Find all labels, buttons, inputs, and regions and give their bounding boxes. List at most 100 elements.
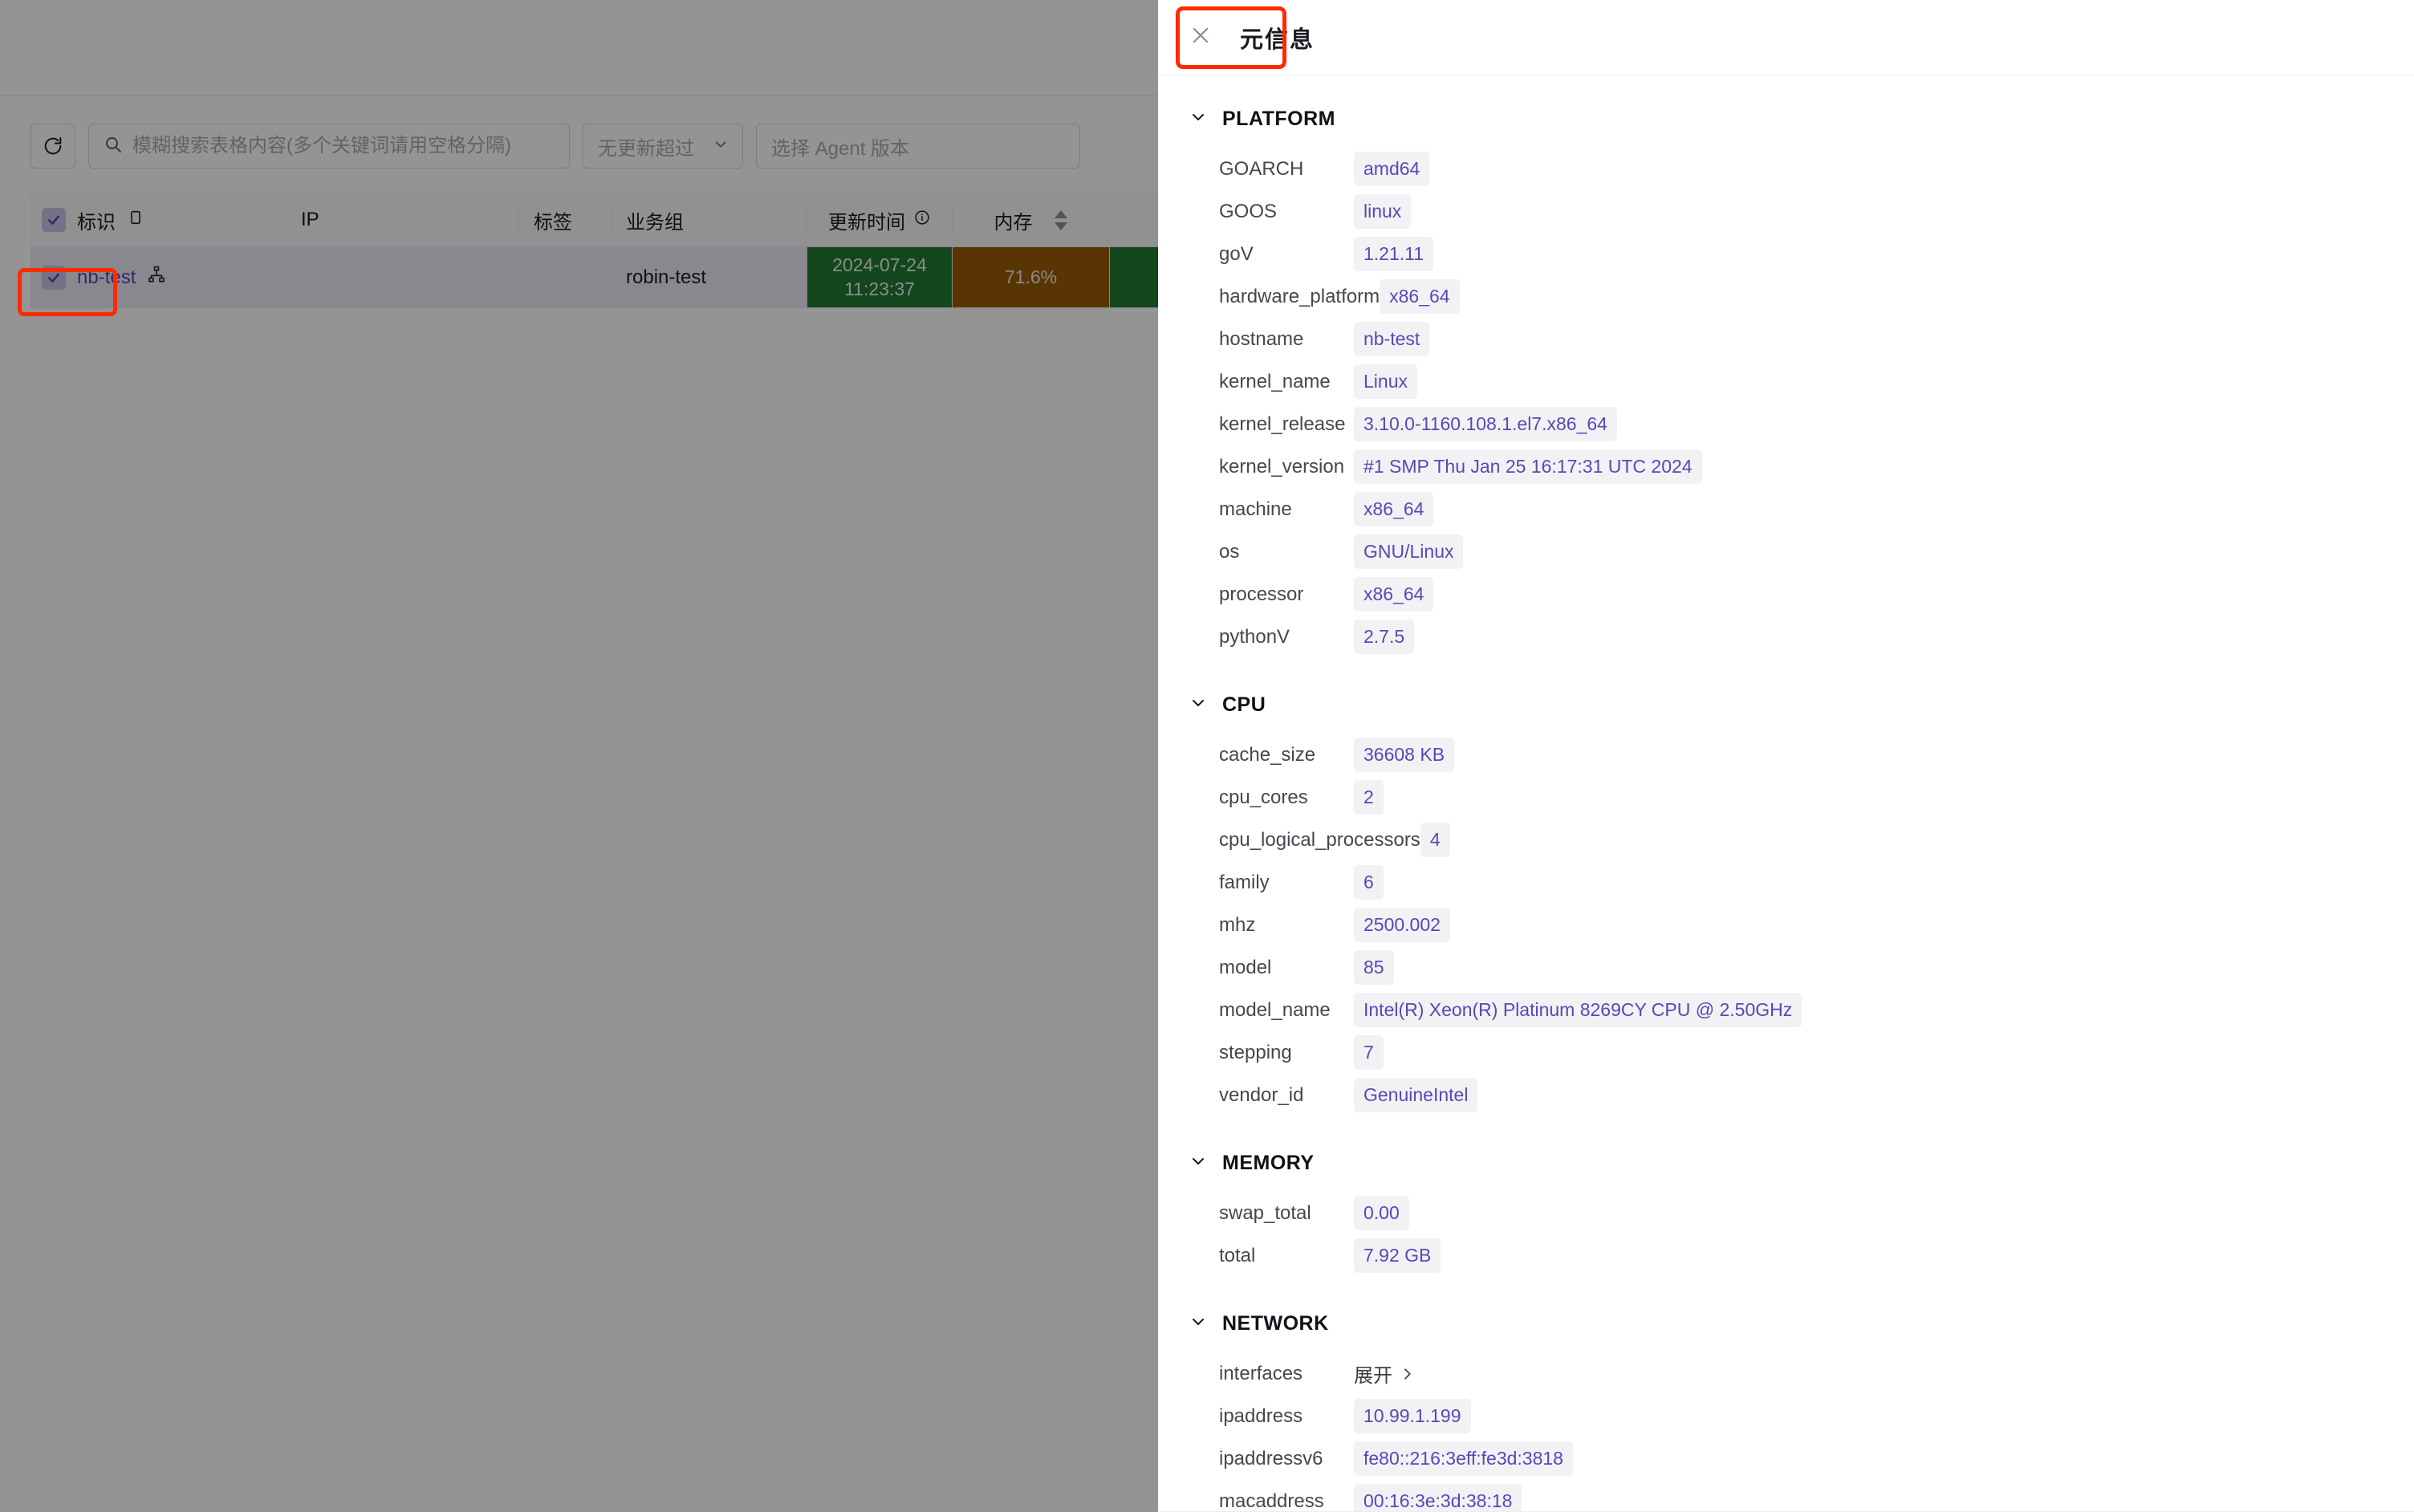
meta-row: mhz 2500.002	[1158, 904, 2414, 946]
meta-value-wrap: amd64	[1354, 152, 2414, 186]
meta-row: machine x86_64	[1158, 488, 2414, 530]
section-title: NETWORK	[1222, 1311, 1329, 1335]
expand-interfaces-link[interactable]: 展开	[1354, 1360, 1415, 1388]
meta-value[interactable]: 85	[1354, 950, 1394, 985]
drawer-title: 元信息	[1240, 26, 1315, 53]
drawer-body: PLATFORM GOARCH amd64 GOOS linux goV 1.21.11 ha…	[1158, 75, 2414, 1511]
meta-value-wrap: 00:16:3e:3d:38:18	[1354, 1484, 2414, 1511]
meta-value[interactable]: 3.10.0-1160.108.1.el7.x86_64	[1354, 407, 1617, 441]
meta-row: GOOS linux	[1158, 190, 2414, 233]
meta-value[interactable]: GenuineIntel	[1354, 1078, 1478, 1112]
meta-key: vendor_id	[1219, 1083, 1304, 1106]
meta-value[interactable]: 0.00	[1354, 1196, 1409, 1230]
meta-row: total 7.92 GB	[1158, 1234, 2414, 1277]
meta-key: cache_size	[1219, 743, 1316, 766]
section-title: CPU	[1222, 693, 1266, 716]
meta-key: processor	[1219, 583, 1304, 605]
meta-value[interactable]: 2	[1354, 780, 1384, 815]
section-header-network[interactable]: NETWORK	[1158, 1301, 2414, 1346]
meta-key: hardware_platform	[1219, 285, 1380, 307]
meta-key: family	[1219, 871, 1270, 893]
drawer-header: 元信息	[1158, 0, 2414, 75]
meta-key: ipaddress	[1219, 1404, 1303, 1427]
meta-value[interactable]: 00:16:3e:3d:38:18	[1354, 1484, 1522, 1511]
chevron-down-icon	[1189, 1152, 1208, 1175]
section-title: PLATFORM	[1222, 107, 1336, 130]
meta-key: total	[1219, 1244, 1256, 1266]
meta-value-wrap: nb-test	[1354, 322, 2414, 356]
meta-key: cpu_logical_processors	[1219, 828, 1420, 851]
meta-value[interactable]: 10.99.1.199	[1354, 1399, 1471, 1433]
meta-value-wrap: 6	[1354, 865, 2414, 900]
meta-value[interactable]: 36608 KB	[1354, 738, 1455, 772]
meta-value[interactable]: 2500.002	[1354, 908, 1450, 942]
meta-key: stepping	[1219, 1041, 1292, 1063]
section-header-cpu[interactable]: CPU	[1158, 682, 2414, 727]
section-header-memory[interactable]: MEMORY	[1158, 1140, 2414, 1185]
meta-row: processor x86_64	[1158, 573, 2414, 616]
meta-row: kernel_release 3.10.0-1160.108.1.el7.x86_…	[1158, 403, 2414, 445]
meta-key: ipaddressv6	[1219, 1447, 1323, 1469]
meta-row: hardware_platform x86_64	[1158, 275, 2414, 318]
meta-value[interactable]: GNU/Linux	[1354, 534, 1464, 569]
meta-row: GOARCH amd64	[1158, 148, 2414, 190]
meta-value[interactable]: 1.21.11	[1354, 237, 1434, 271]
meta-row: kernel_version #1 SMP Thu Jan 25 16:17:31…	[1158, 445, 2414, 488]
meta-value[interactable]: fe80::216:3eff:fe3d:3818	[1354, 1441, 1573, 1476]
meta-key: interfaces	[1219, 1362, 1303, 1384]
meta-value[interactable]: Linux	[1354, 364, 1417, 399]
meta-value-wrap: 2	[1354, 780, 2414, 815]
meta-value-wrap: 10.99.1.199	[1354, 1399, 2414, 1433]
meta-key: hostname	[1219, 327, 1304, 350]
meta-key: goV	[1219, 242, 1254, 265]
meta-value[interactable]: nb-test	[1354, 322, 1430, 356]
meta-value-wrap: 7	[1354, 1035, 2414, 1070]
meta-value-wrap: #1 SMP Thu Jan 25 16:17:31 UTC 2024	[1354, 449, 2414, 484]
meta-key: cpu_cores	[1219, 786, 1308, 808]
meta-row: ipaddressv6 fe80::216:3eff:fe3d:3818	[1158, 1437, 2414, 1480]
meta-value[interactable]: 4	[1420, 823, 1450, 857]
meta-key: kernel_version	[1219, 455, 1345, 478]
section-header-platform[interactable]: PLATFORM	[1158, 96, 2414, 141]
meta-row: model 85	[1158, 946, 2414, 989]
section-items-platform: GOARCH amd64 GOOS linux goV 1.21.11 hardware_p…	[1158, 141, 2414, 682]
meta-value[interactable]: 7.92 GB	[1354, 1238, 1441, 1273]
meta-value[interactable]: x86_64	[1354, 577, 1434, 612]
meta-value[interactable]: Intel(R) Xeon(R) Platinum 8269CY CPU @ 2…	[1354, 993, 1802, 1027]
meta-value[interactable]: linux	[1354, 194, 1412, 229]
meta-row: macaddress 00:16:3e:3d:38:18	[1158, 1480, 2414, 1511]
section-title: MEMORY	[1222, 1151, 1315, 1174]
drawer-backdrop[interactable]	[0, 0, 1158, 1512]
meta-row: goV 1.21.11	[1158, 233, 2414, 275]
close-icon[interactable]	[1189, 23, 1213, 51]
meta-value-wrap: 7.92 GB	[1354, 1238, 2414, 1273]
meta-value[interactable]: #1 SMP Thu Jan 25 16:17:31 UTC 2024	[1354, 449, 1702, 484]
meta-key: kernel_name	[1219, 370, 1331, 392]
chevron-right-icon	[1399, 1366, 1415, 1382]
meta-value[interactable]: 2.7.5	[1354, 620, 1415, 654]
meta-value-wrap: x86_64	[1380, 279, 2414, 314]
meta-key: GOARCH	[1219, 157, 1304, 180]
meta-value-wrap: GNU/Linux	[1354, 534, 2414, 569]
meta-key: swap_total	[1219, 1201, 1311, 1224]
meta-row: interfaces 展开	[1158, 1352, 2414, 1395]
meta-row: kernel_name Linux	[1158, 360, 2414, 403]
screen-root: 无更新超过 选择 Agent 版本	[0, 0, 2414, 1512]
meta-row: hostname nb-test	[1158, 318, 2414, 360]
meta-value[interactable]: 7	[1354, 1035, 1384, 1070]
chevron-down-icon	[1189, 1312, 1208, 1335]
expand-interfaces-label: 展开	[1354, 1365, 1392, 1387]
meta-key: kernel_release	[1219, 413, 1346, 435]
meta-value[interactable]: x86_64	[1354, 492, 1434, 526]
meta-row: pythonV 2.7.5	[1158, 616, 2414, 658]
meta-value[interactable]: amd64	[1354, 152, 1430, 186]
meta-value-wrap: 0.00	[1354, 1196, 2414, 1230]
meta-key: macaddress	[1219, 1490, 1324, 1512]
meta-value-wrap: 36608 KB	[1354, 738, 2414, 772]
section-items-memory: swap_total 0.00 total 7.92 GB	[1158, 1185, 2414, 1301]
meta-value[interactable]: x86_64	[1380, 279, 1460, 314]
meta-row: swap_total 0.00	[1158, 1192, 2414, 1234]
meta-key: machine	[1219, 498, 1292, 520]
meta-value[interactable]: 6	[1354, 865, 1384, 900]
meta-key: pythonV	[1219, 625, 1290, 648]
